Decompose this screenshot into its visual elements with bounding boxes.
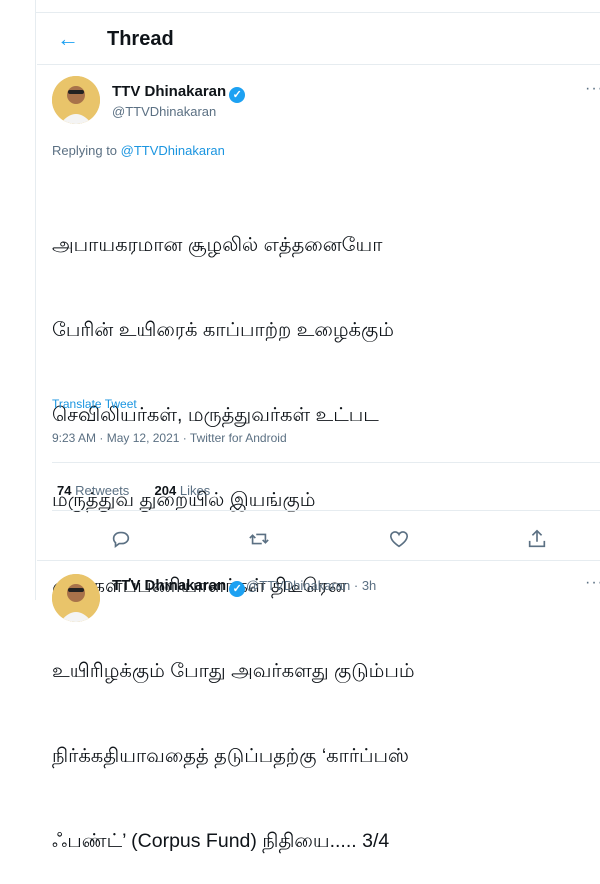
- next-tweet-author-name[interactable]: TTV Dhinakaran: [112, 577, 226, 594]
- replying-prefix: Replying to: [52, 143, 121, 158]
- share-icon[interactable]: [526, 528, 550, 552]
- tweet-text-line: ஃபண்ட்’ (Corpus Fund) நிதியை..... 3/4: [52, 830, 390, 853]
- tweet-source[interactable]: Twitter for Android: [190, 431, 287, 445]
- thread-header: ← Thread: [37, 16, 600, 64]
- next-tweet-author[interactable]: TTV Dhinakaran ✓: [112, 577, 246, 597]
- avatar[interactable]: [52, 76, 100, 124]
- meta-separator: ·: [99, 431, 107, 445]
- translate-tweet-link[interactable]: Translate Tweet: [52, 397, 137, 411]
- divider: [37, 560, 600, 561]
- next-tweet-avatar[interactable]: [52, 574, 100, 622]
- tweet-text-line: பேரின் உயிரைக் காப்பாற்ற உழைக்கும்: [52, 319, 394, 342]
- author-name-text[interactable]: TTV Dhinakaran: [112, 83, 226, 100]
- author-handle[interactable]: @TTVDhinakaran: [112, 104, 216, 119]
- back-arrow-icon[interactable]: ←: [53, 24, 83, 54]
- divider: [52, 510, 600, 511]
- header-divider: [37, 64, 600, 65]
- replying-to: Replying to @TTVDhinakaran: [52, 143, 225, 158]
- page-title: Thread: [107, 28, 174, 50]
- next-tweet-handle[interactable]: @TTVDhinakaran: [246, 578, 350, 593]
- retweet-icon[interactable]: [248, 528, 272, 552]
- more-options-icon[interactable]: ···: [585, 574, 600, 592]
- more-options-icon[interactable]: ···: [585, 80, 600, 98]
- tweet-stats: 74 Retweets 204 Likes: [57, 483, 210, 498]
- author-name[interactable]: TTV Dhinakaran ✓: [112, 83, 246, 103]
- retweets-stat[interactable]: 74 Retweets: [57, 483, 129, 498]
- verified-badge-icon: ✓: [229, 581, 246, 597]
- reply-icon[interactable]: [110, 528, 134, 552]
- heart-icon[interactable]: [388, 528, 412, 552]
- tweet-text-line: அபாயகரமான சூழலில் எத்தனையோ: [52, 233, 383, 256]
- meta-separator: ·: [350, 578, 362, 593]
- tweet-date[interactable]: May 12, 2021: [107, 431, 180, 445]
- tweet-time[interactable]: 9:23 AM: [52, 431, 96, 445]
- retweets-label: Retweets: [75, 483, 130, 498]
- replying-handle-link[interactable]: @TTVDhinakaran: [121, 143, 225, 158]
- verified-badge-icon: ✓: [229, 87, 246, 103]
- tweet-text-line: உயிரிழக்கும் போது அவர்களது குடும்பம்: [52, 659, 415, 682]
- next-tweet-handle-meta: @TTVDhinakaran · 3h: [246, 578, 376, 593]
- top-border: [36, 12, 600, 13]
- tweet-text-line: நிர்க்கதியாவதைத் தடுப்பதற்கு ‘கார்ப்பஸ்: [52, 745, 409, 768]
- meta-separator: ·: [182, 431, 190, 445]
- left-rail: [0, 0, 36, 600]
- rail-edge: [35, 0, 36, 600]
- retweets-count: 74: [57, 483, 72, 498]
- likes-count: 204: [154, 483, 177, 498]
- next-tweet-age[interactable]: 3h: [362, 578, 376, 593]
- likes-stat[interactable]: 204 Likes: [155, 483, 211, 498]
- likes-label: Likes: [179, 483, 211, 498]
- tweet-meta: 9:23 AM · May 12, 2021 · Twitter for And…: [52, 431, 287, 445]
- divider: [52, 462, 600, 463]
